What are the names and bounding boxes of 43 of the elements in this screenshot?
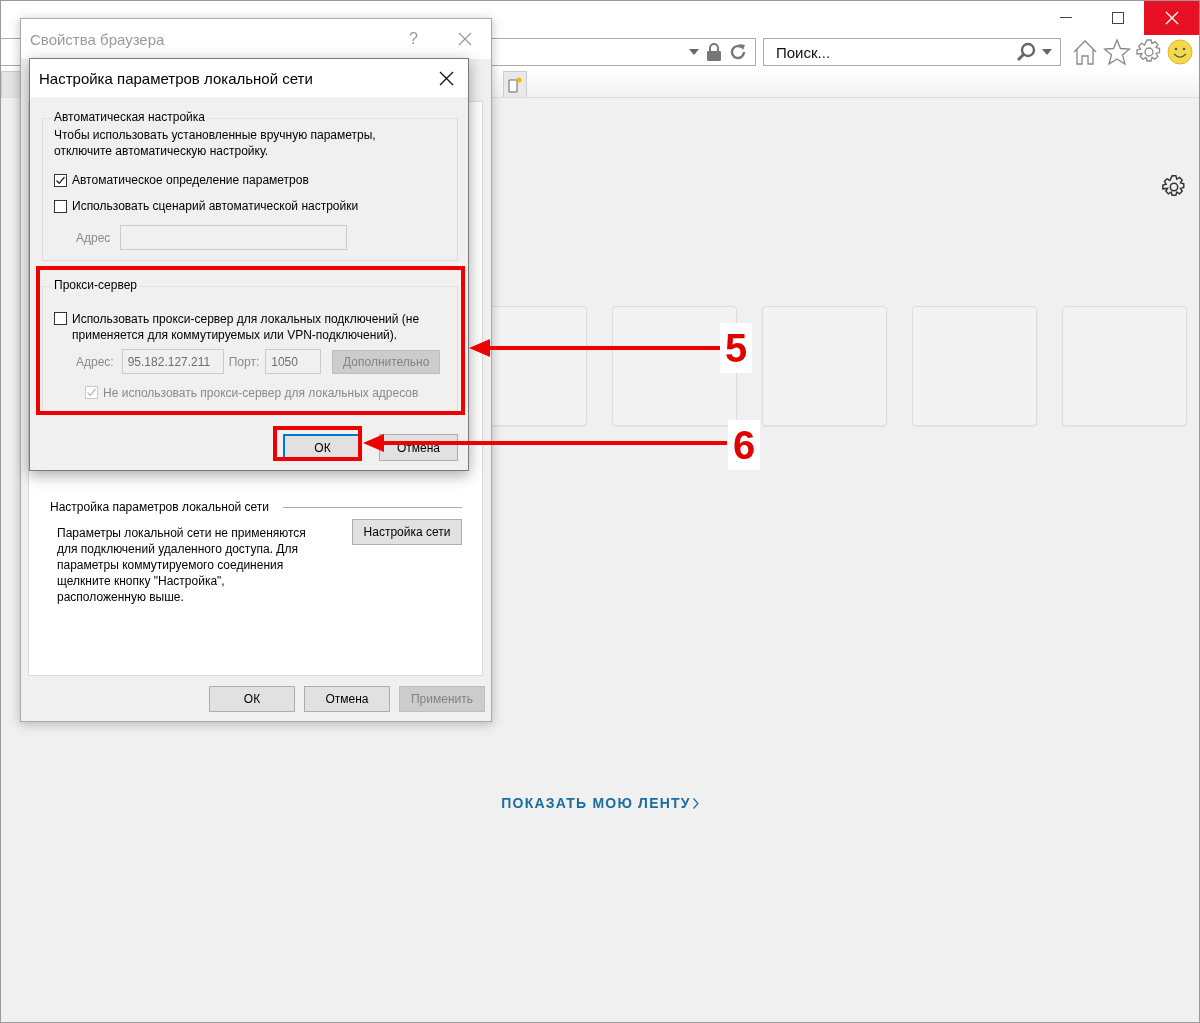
dialog-button[interactable]: ОК [209,686,295,712]
smiley-icon[interactable] [1167,39,1193,65]
field-label: Адрес [76,230,111,245]
checkbox[interactable] [54,174,67,187]
new-tab-icon[interactable] [508,76,522,93]
hint-text: Чтобы использовать установленные вручную параметры, отключите автоматическую настройку. [54,127,377,159]
checkbox-label: Не использовать прокси-сервер для локальных адресов [103,385,420,401]
close-icon[interactable] [438,70,454,86]
step-number: 5 [720,323,753,373]
search-icon[interactable] [1016,42,1036,62]
new-tab-button[interactable] [503,71,527,97]
checkbox-label: Использовать сценарий автоматической настройки [72,199,359,213]
checkbox-label: Автоматическое определение параметров [72,173,309,187]
refresh-icon[interactable] [729,43,747,61]
proxy-address-field[interactable]: 95.182.127.211 [121,349,224,374]
feed-link[interactable]: ПОКАЗАТЬ МОЮ ЛЕНТУ [501,795,691,811]
checkbox[interactable] [54,312,67,325]
section-description: Параметры локальной сети не применяются для подключений удаленного доступа. Для параметры коммутируемого соединения щелкните кнопку "Настройка", расположенную выше. [57,525,307,605]
star-icon[interactable] [1103,38,1131,66]
network-settings-button[interactable]: Настройка сети [352,519,462,545]
dialog-title: Настройка параметров локальной сети [39,69,314,87]
step-number: 6 [728,420,761,470]
maximize-icon[interactable] [1112,12,1124,24]
minimize-icon[interactable] [1060,17,1072,19]
search-field[interactable]: Поиск... [774,42,1010,62]
checkbox[interactable] [54,200,67,213]
field-label: Адрес: [76,354,114,369]
help-button[interactable]: ? [409,30,439,48]
section-title: Настройка параметров локальной сети [50,500,270,514]
site-tile[interactable] [491,306,587,426]
checkbox-label: Использовать прокси-сервер для локальных подключений (не применяется для коммутируемых или VPN-подключений). [72,311,421,343]
group-title: Прокси-сервер [52,278,139,292]
chevron-icon[interactable] [692,797,699,809]
dialog-button[interactable]: Отмена [304,686,390,712]
field-label: Порт: [228,354,260,369]
home-icon[interactable] [1071,38,1099,66]
lock-icon[interactable] [707,43,721,61]
dropdown-icon[interactable] [1042,49,1052,55]
search-bar[interactable]: Поиск... [763,38,1061,66]
dialog-title: Свойства браузера [30,30,166,48]
port-field[interactable]: 1050 [265,349,322,374]
dropdown-icon[interactable] [689,49,699,55]
group-title: Автоматическая настройка [52,110,207,124]
